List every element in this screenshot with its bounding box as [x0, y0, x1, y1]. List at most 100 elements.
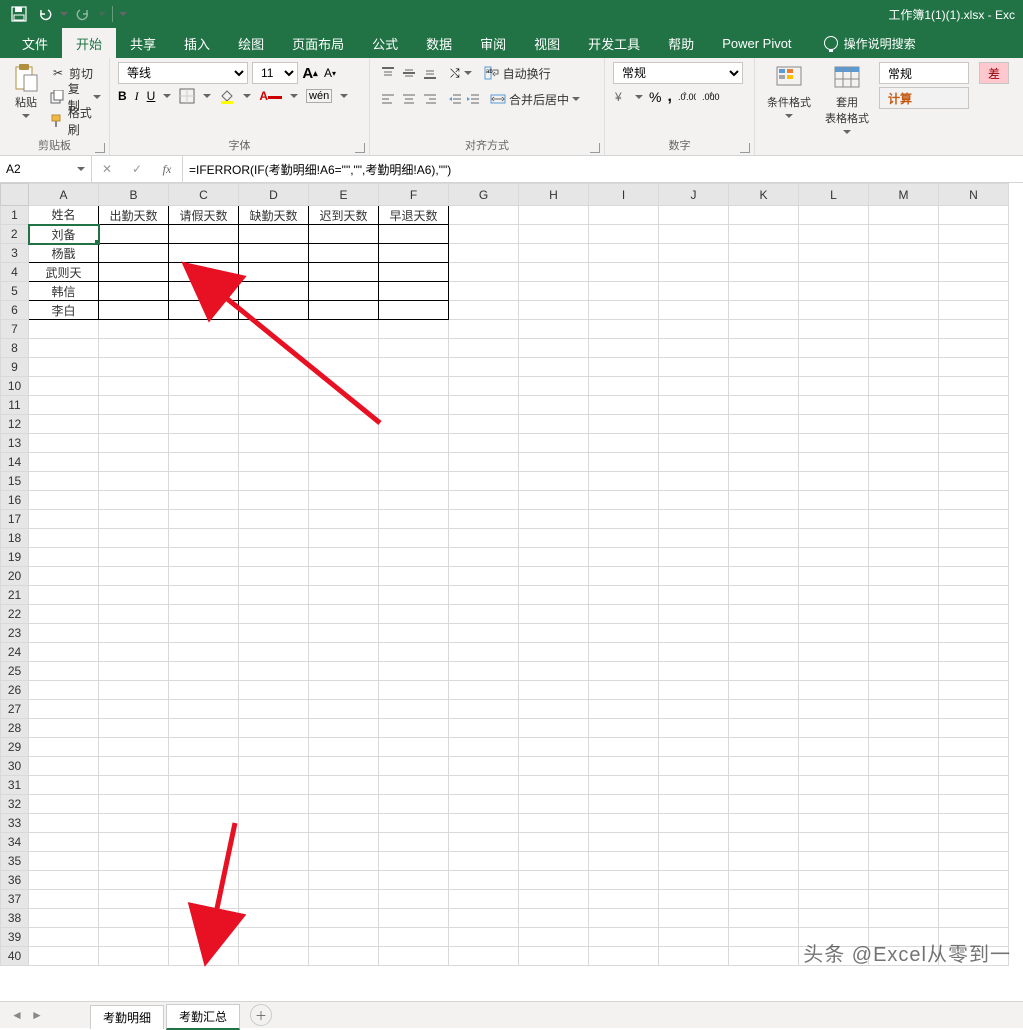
cell[interactable]	[729, 624, 799, 643]
row-header[interactable]: 20	[1, 567, 29, 586]
cell[interactable]	[589, 472, 659, 491]
cell[interactable]	[29, 453, 99, 472]
shrink-font-icon[interactable]: A▾	[322, 65, 338, 81]
cell[interactable]	[869, 890, 939, 909]
cell[interactable]	[309, 852, 379, 871]
cell[interactable]	[29, 757, 99, 776]
cell[interactable]	[169, 643, 239, 662]
cell[interactable]	[169, 301, 239, 320]
cell[interactable]: 迟到天数	[309, 206, 379, 225]
cell[interactable]	[169, 662, 239, 681]
cell[interactable]	[939, 548, 1009, 567]
cell[interactable]	[519, 662, 589, 681]
cell[interactable]	[239, 814, 309, 833]
cell[interactable]	[939, 472, 1009, 491]
cell[interactable]	[379, 320, 449, 339]
cell[interactable]	[869, 795, 939, 814]
cell[interactable]	[799, 947, 869, 966]
row-header[interactable]: 17	[1, 510, 29, 529]
cell[interactable]	[169, 472, 239, 491]
cell[interactable]	[729, 586, 799, 605]
cell[interactable]	[99, 643, 169, 662]
cell[interactable]	[379, 814, 449, 833]
orientation-button[interactable]: ⤭	[450, 66, 460, 81]
conditional-format-button[interactable]: 条件格式	[763, 62, 815, 122]
cell[interactable]	[239, 396, 309, 415]
cell[interactable]	[29, 776, 99, 795]
cell[interactable]	[29, 434, 99, 453]
cell[interactable]	[29, 947, 99, 966]
cell[interactable]	[589, 567, 659, 586]
cell[interactable]	[589, 529, 659, 548]
save-icon[interactable]	[8, 3, 30, 25]
cell[interactable]	[659, 206, 729, 225]
cell[interactable]	[309, 567, 379, 586]
cell[interactable]	[729, 681, 799, 700]
cell[interactable]	[659, 605, 729, 624]
cell[interactable]	[869, 719, 939, 738]
tab-file[interactable]: 文件	[8, 28, 62, 58]
cell[interactable]	[869, 909, 939, 928]
col-header[interactable]: H	[519, 184, 589, 206]
row-header[interactable]: 3	[1, 244, 29, 263]
cell[interactable]	[589, 453, 659, 472]
cell[interactable]	[169, 700, 239, 719]
cell[interactable]	[239, 453, 309, 472]
cell[interactable]	[29, 700, 99, 719]
cell[interactable]	[589, 358, 659, 377]
cell[interactable]	[379, 700, 449, 719]
cell[interactable]	[239, 529, 309, 548]
cell[interactable]	[29, 814, 99, 833]
cell[interactable]	[659, 909, 729, 928]
cell[interactable]	[239, 776, 309, 795]
cell[interactable]	[379, 453, 449, 472]
cell[interactable]	[729, 700, 799, 719]
cell[interactable]	[169, 263, 239, 282]
cell[interactable]	[449, 472, 519, 491]
cell[interactable]	[519, 814, 589, 833]
cell[interactable]	[799, 890, 869, 909]
cell[interactable]	[169, 833, 239, 852]
cell[interactable]	[519, 947, 589, 966]
decrease-decimal-icon[interactable]: .00.0	[702, 90, 720, 104]
cell[interactable]	[729, 225, 799, 244]
name-box[interactable]: A2	[0, 156, 92, 182]
cell[interactable]	[99, 795, 169, 814]
cell[interactable]	[869, 548, 939, 567]
cell[interactable]	[99, 225, 169, 244]
cell[interactable]	[729, 529, 799, 548]
cell[interactable]	[939, 263, 1009, 282]
cell[interactable]	[29, 320, 99, 339]
cell[interactable]	[449, 738, 519, 757]
tab-data[interactable]: 数据	[412, 28, 466, 58]
cell[interactable]	[939, 206, 1009, 225]
row-header[interactable]: 40	[1, 947, 29, 966]
cell[interactable]	[29, 586, 99, 605]
cell[interactable]	[239, 700, 309, 719]
row-header[interactable]: 36	[1, 871, 29, 890]
cell[interactable]	[659, 833, 729, 852]
cell[interactable]	[29, 681, 99, 700]
cell[interactable]	[519, 795, 589, 814]
cell[interactable]	[939, 814, 1009, 833]
cell[interactable]	[169, 377, 239, 396]
cell[interactable]	[99, 833, 169, 852]
italic-button[interactable]: I	[135, 89, 139, 104]
cell[interactable]	[869, 738, 939, 757]
cell[interactable]	[519, 415, 589, 434]
cell[interactable]	[309, 871, 379, 890]
cell[interactable]	[519, 643, 589, 662]
cell[interactable]	[869, 871, 939, 890]
row-header[interactable]: 39	[1, 928, 29, 947]
cell[interactable]	[589, 415, 659, 434]
cell[interactable]	[99, 415, 169, 434]
cell[interactable]	[239, 757, 309, 776]
cell[interactable]	[729, 738, 799, 757]
cell[interactable]	[379, 339, 449, 358]
cell[interactable]	[29, 548, 99, 567]
alignment-dialog-icon[interactable]	[590, 143, 600, 153]
cell[interactable]	[379, 510, 449, 529]
cell[interactable]	[589, 491, 659, 510]
cell[interactable]	[379, 282, 449, 301]
cell[interactable]	[729, 415, 799, 434]
